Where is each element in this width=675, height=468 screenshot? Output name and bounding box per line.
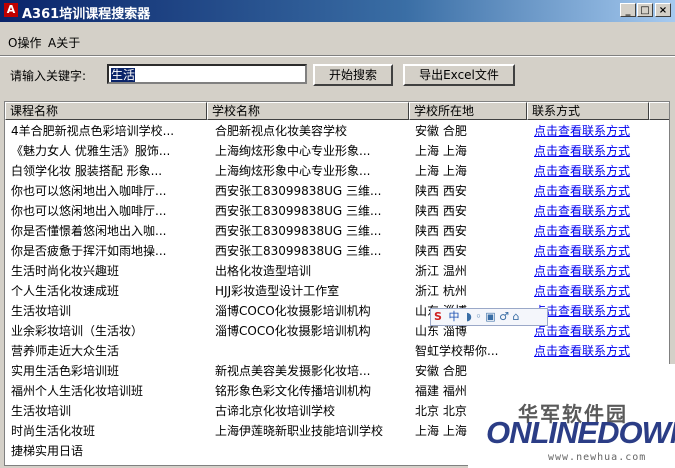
- watermark-logo: ONLINEDOWN: [486, 415, 675, 450]
- window-title: A361培训课程搜索器: [22, 7, 151, 22]
- cell-course: 福州个人生活化妆培训班: [11, 384, 144, 398]
- title-bar[interactable]: A A361培训课程搜索器 _ □ ×: [0, 0, 675, 22]
- app-window: A A361培训课程搜索器 _ □ × O操作 A关于 请输入关键字: 生活 开…: [0, 0, 675, 468]
- column-header-course[interactable]: 课程名称: [5, 102, 207, 120]
- cell-school: HJJ彩妆造型设计工作室: [215, 284, 340, 298]
- cell-course: 实用生活色彩培训班: [11, 364, 120, 378]
- column-header-school[interactable]: 学校名称: [207, 102, 409, 120]
- table-row[interactable]: 你也可以悠闲地出入咖啡厅... 西安张工83099838UG 三维... 陕西 西安…: [5, 200, 655, 220]
- table-row[interactable]: 你是否疲惫于挥汗如雨地操... 西安张工83099838UG 三维... 陕西 西安…: [5, 240, 655, 260]
- cell-location: 安徽 合肥: [415, 124, 467, 138]
- maximize-button[interactable]: □: [637, 3, 653, 17]
- cell-school: 上海绚炫形象中心专业形象...: [215, 164, 371, 178]
- column-header-location[interactable]: 学校所在地: [409, 102, 527, 120]
- cell-location: 陕西 西安: [415, 184, 467, 198]
- cell-course: 你也可以悠闲地出入咖啡厅...: [11, 184, 167, 198]
- cell-location: 陕西 西安: [415, 204, 467, 218]
- cell-contact-link[interactable]: 点击查看联系方式: [534, 142, 654, 159]
- cell-contact-link[interactable]: 点击查看联系方式: [534, 282, 654, 299]
- export-excel-button[interactable]: 导出Excel文件: [403, 64, 515, 86]
- table-row[interactable]: 业余彩妆培训（生活妆） 淄博COCO化妆摄影培训机构 山东 淄博 点击查看联系方式: [5, 320, 655, 340]
- cell-school: 西安张工83099838UG 三维...: [215, 224, 382, 238]
- cell-school: 西安张工83099838UG 三维...: [215, 204, 382, 218]
- cell-course: 生活妆培训: [11, 304, 72, 318]
- cell-contact-link[interactable]: 点击查看联系方式: [534, 222, 654, 239]
- close-button[interactable]: ×: [655, 3, 671, 17]
- cell-school: 西安张工83099838UG 三维...: [215, 184, 382, 198]
- cell-course: 你也可以悠闲地出入咖啡厅...: [11, 204, 167, 218]
- ime-mode-label[interactable]: 中: [448, 309, 459, 325]
- menu-operate[interactable]: O操作: [8, 34, 41, 51]
- menu-bar: O操作 A关于: [0, 30, 675, 52]
- cell-school: 淄博COCO化妆摄影培训机构: [215, 304, 371, 318]
- table-row[interactable]: 你也可以悠闲地出入咖啡厅... 西安张工83099838UG 三维... 陕西 西安…: [5, 180, 655, 200]
- cell-course: 业余彩妆培训（生活妆）: [11, 324, 144, 338]
- cell-course: 营养师走近大众生活: [11, 344, 120, 358]
- minimize-button[interactable]: _: [620, 3, 636, 17]
- table-row[interactable]: 4羊合肥新视点色彩培训学校... 合肥新视点化妆美容学校 安徽 合肥 点击查看联系方式: [5, 120, 655, 140]
- cell-location: 上海 上海: [415, 144, 467, 158]
- cell-school: 合肥新视点化妆美容学校: [215, 124, 348, 138]
- table-row[interactable]: 个人生活化妆速成班 HJJ彩妆造型设计工作室 浙江 杭州 点击查看联系方式: [5, 280, 655, 300]
- cell-location: 浙江 杭州: [415, 284, 467, 298]
- start-search-button[interactable]: 开始搜索: [313, 64, 393, 86]
- ime-toolbar[interactable]: S 中 ◗ ◦ ▣ ♂ ⌂: [430, 308, 548, 326]
- ime-logo-icon: S: [434, 310, 442, 323]
- cell-contact-link[interactable]: 点击查看联系方式: [534, 202, 654, 219]
- search-label: 请输入关键字:: [10, 69, 87, 83]
- table-row[interactable]: 《魅力女人 优雅生活》服饰... 上海绚炫形象中心专业形象... 上海 上海 点击查看…: [5, 140, 655, 160]
- cell-course: 《魅力女人 优雅生活》服饰...: [11, 144, 171, 158]
- menu-separator: [0, 55, 675, 57]
- cell-school: 上海伊莲晓新职业技能培训学校: [215, 424, 384, 438]
- cell-school: 出格化妆造型培训: [215, 264, 312, 278]
- cell-school: 古谛北京化妆培训学校: [215, 404, 336, 418]
- cell-course: 生活妆培训: [11, 404, 72, 418]
- cell-contact-link[interactable]: 点击查看联系方式: [534, 322, 654, 339]
- table-row[interactable]: 生活妆培训淄博COCO化妆摄影培训机构山东 淄博点击查看联系方式: [5, 300, 655, 320]
- cell-school: 上海绚炫形象中心专业形象...: [215, 144, 371, 158]
- cell-location: 陕西 西安: [415, 224, 467, 238]
- cell-course: 捷梯实用日语: [11, 444, 84, 458]
- watermark-url: www.newhua.com: [548, 452, 647, 463]
- cell-contact-link[interactable]: 点击查看联系方式: [534, 242, 654, 259]
- cell-school: 淄博COCO化妆摄影培训机构: [215, 324, 371, 338]
- cell-course: 生活时尚化妆兴趣班: [11, 264, 120, 278]
- cell-location: 智虹学校帮你...: [415, 344, 499, 358]
- cell-school: 西安张工83099838UG 三维...: [215, 244, 382, 258]
- cell-contact-link[interactable]: 点击查看联系方式: [534, 262, 654, 279]
- cell-location: 陕西 西安: [415, 244, 467, 258]
- cell-course: 个人生活化妆速成班: [11, 284, 120, 298]
- cell-location: 浙江 温州: [415, 264, 467, 278]
- app-icon: A: [4, 3, 18, 17]
- table-row[interactable]: 你是否懂憬着悠闲地出入咖... 西安张工83099838UG 三维... 陕西 西安…: [5, 220, 655, 240]
- cell-contact-link[interactable]: 点击查看联系方式: [534, 162, 654, 179]
- ime-tools-icons[interactable]: ◗ ◦ ▣ ♂ ⌂: [466, 309, 520, 325]
- table-row[interactable]: 白领学化妆 服装搭配 形象... 上海绚炫形象中心专业形象... 上海 上海 点击查看…: [5, 160, 655, 180]
- column-header-filler: [649, 102, 669, 120]
- cell-course: 时尚生活化妆班: [11, 424, 96, 438]
- cell-school: 新视点美容美发摄影化妆培...: [215, 364, 371, 378]
- cell-school: 铭形象色彩文化传播培训机构: [215, 384, 372, 398]
- table-header: 课程名称 学校名称 学校所在地 联系方式: [5, 102, 669, 120]
- cell-location: 上海 上海: [415, 164, 467, 178]
- cell-contact-link[interactable]: 点击查看联系方式: [534, 122, 654, 139]
- cell-course: 4羊合肥新视点色彩培训学校...: [11, 124, 175, 138]
- search-input[interactable]: 生活: [107, 64, 307, 84]
- table-row[interactable]: 营养师走近大众生活 智虹学校帮你... 点击查看联系方式: [5, 340, 655, 360]
- cell-contact-link[interactable]: 点击查看联系方式: [534, 182, 654, 199]
- table-row[interactable]: 生活时尚化妆兴趣班 出格化妆造型培训 浙江 温州 点击查看联系方式: [5, 260, 655, 280]
- cell-contact-link[interactable]: 点击查看联系方式: [534, 342, 654, 359]
- cell-contact-link[interactable]: 点击查看联系方式: [534, 302, 654, 319]
- cell-course: 你是否懂憬着悠闲地出入咖...: [11, 224, 167, 238]
- cell-course: 白领学化妆 服装搭配 形象...: [11, 164, 163, 178]
- column-header-contact[interactable]: 联系方式: [527, 102, 649, 120]
- search-input-value: 生活: [111, 68, 136, 82]
- cell-course: 你是否疲惫于挥汗如雨地操...: [11, 244, 167, 258]
- menu-about[interactable]: A关于: [48, 34, 80, 51]
